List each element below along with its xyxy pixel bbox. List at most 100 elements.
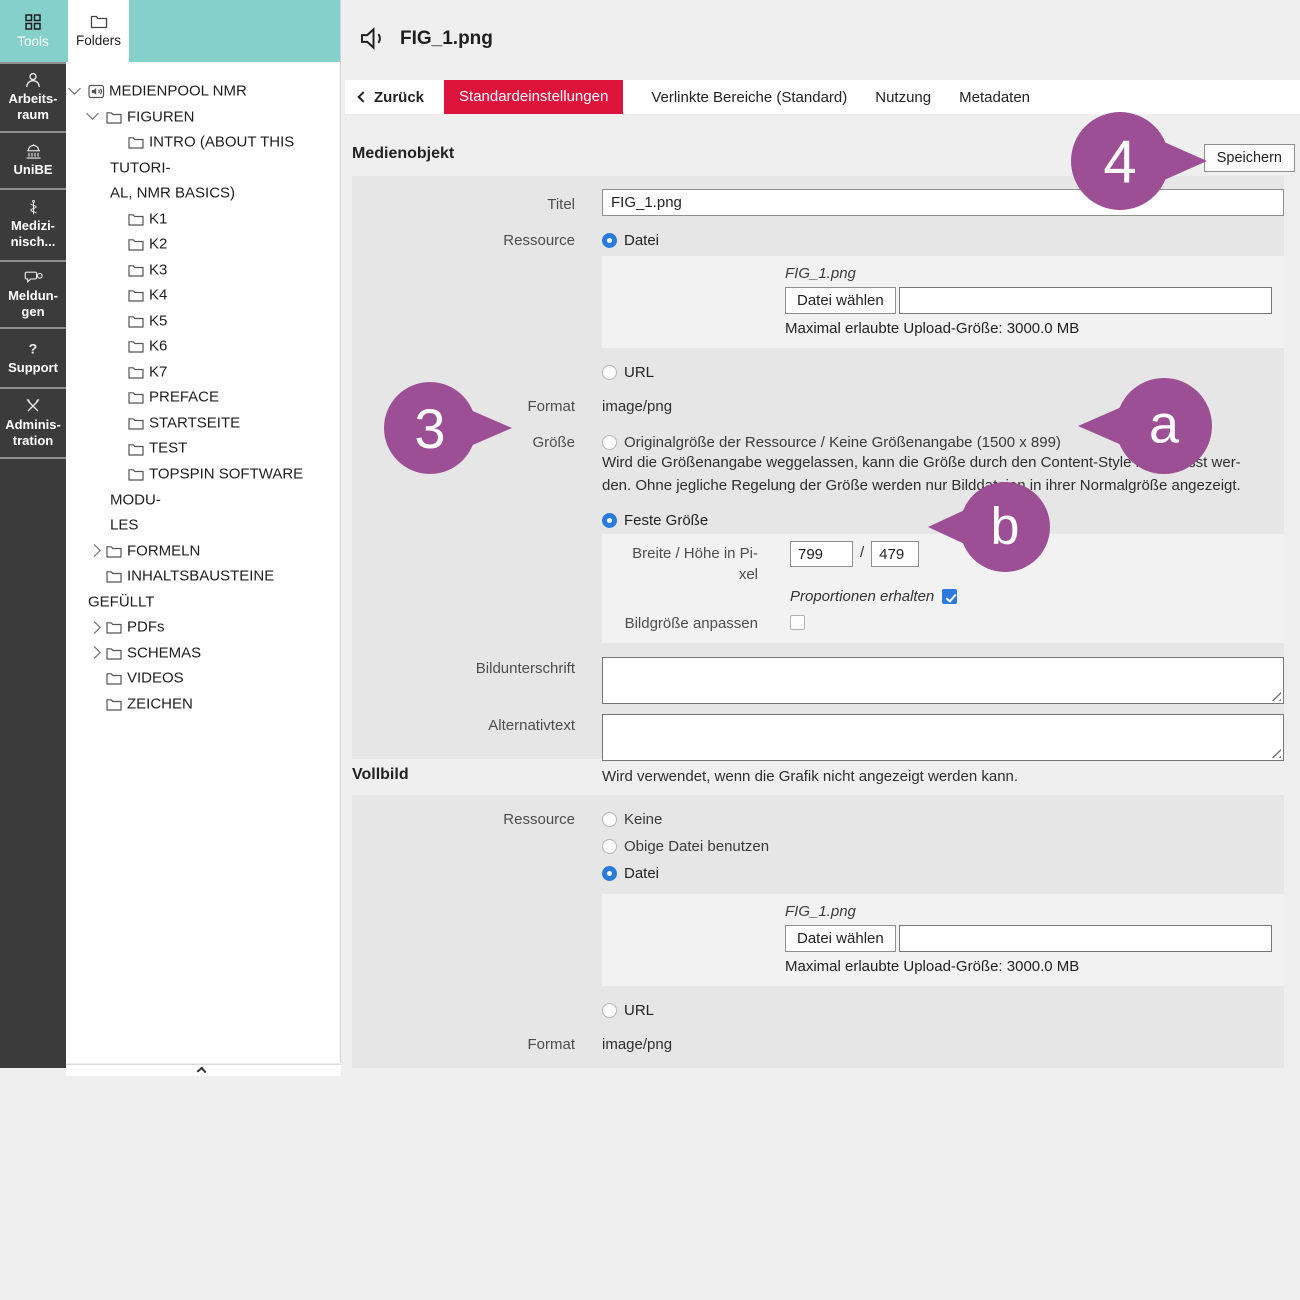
- tree-item[interactable]: K2: [66, 231, 340, 257]
- tab-folders[interactable]: Folders: [68, 0, 129, 62]
- folder-icon: [128, 417, 144, 430]
- tree-chevron-icon[interactable]: [70, 79, 88, 104]
- titel-input[interactable]: [602, 189, 1284, 216]
- tree-item[interactable]: K3: [66, 257, 340, 283]
- tree-item[interactable]: K4: [66, 282, 340, 308]
- tree-item[interactable]: INHALTSBAUSTEINE GEFÜLLT: [66, 563, 340, 614]
- nav-label-medizinisch: Medizi- nisch...: [11, 218, 56, 250]
- nav-item-unibe[interactable]: UniBE: [0, 131, 66, 188]
- tree-chevron-icon[interactable]: [110, 257, 128, 282]
- vb-choose-file-button[interactable]: Datei wählen: [785, 925, 896, 952]
- page-title: FIG_1.png: [400, 28, 493, 50]
- tab-verlinkte-bereiche[interactable]: Verlinkte Bereiche (Standard): [651, 89, 847, 106]
- tree-item[interactable]: ZEICHEN: [66, 691, 340, 717]
- nav-label-unibe: UniBE: [14, 162, 53, 178]
- tree-item[interactable]: K1: [66, 206, 340, 232]
- tab-standardeinstellungen[interactable]: Standardeinstellungen: [444, 80, 623, 114]
- vb-datei-radio[interactable]: [602, 866, 617, 881]
- tab-folders-label: Folders: [76, 33, 121, 48]
- keep-proportions-checkbox[interactable]: [942, 589, 957, 604]
- tree-chevron-icon[interactable]: [110, 359, 128, 384]
- nav-item-arbeitsraum[interactable]: Arbeits- raum: [0, 62, 66, 131]
- tree-item[interactable]: TOPSPIN SOFTWARE MODU- LES: [66, 461, 340, 538]
- tree-item[interactable]: MEDIENPOOL NMR: [66, 78, 340, 104]
- tree-item[interactable]: K6: [66, 333, 340, 359]
- tools-icon: [25, 398, 41, 414]
- tree-chevron-icon[interactable]: [88, 104, 106, 129]
- tree-chevron-icon[interactable]: [88, 640, 106, 665]
- tree-node-icon: [128, 334, 149, 359]
- tree-item[interactable]: TEST: [66, 435, 340, 461]
- url-option-label: URL: [624, 364, 654, 381]
- tree-item-label: PREFACE: [149, 389, 219, 406]
- vb-current-file-name: FIG_1.png: [785, 903, 1284, 920]
- tree-chevron-icon[interactable]: [110, 283, 128, 308]
- nav-item-medizinisch[interactable]: Medizi- nisch...: [0, 188, 66, 260]
- tree-node-icon: [106, 615, 127, 640]
- tab-bar: Zurück Standardeinstellungen Verlinkte B…: [345, 80, 1300, 114]
- vb-file-path-input[interactable]: [899, 925, 1272, 952]
- height-input[interactable]: [871, 541, 919, 567]
- save-button[interactable]: Speichern: [1204, 144, 1295, 172]
- tree-chevron-icon[interactable]: [88, 691, 106, 716]
- fixed-size-radio[interactable]: [602, 513, 617, 528]
- tree-item[interactable]: K5: [66, 308, 340, 334]
- nav-item-support[interactable]: ? Support: [0, 327, 66, 387]
- vb-obige-radio[interactable]: [602, 839, 617, 854]
- tree-chevron-icon[interactable]: [110, 334, 128, 359]
- nav-item-administration[interactable]: Adminis- tration: [0, 387, 66, 457]
- tree-node-icon: [88, 79, 109, 104]
- caption-textarea[interactable]: [602, 657, 1284, 704]
- speaker-icon: [359, 26, 388, 51]
- choose-file-button[interactable]: Datei wählen: [785, 287, 896, 314]
- nav-item-tools[interactable]: Tools: [0, 0, 66, 62]
- tree-node-icon: [128, 436, 149, 461]
- tree-item[interactable]: K7: [66, 359, 340, 385]
- tree-chevron-icon[interactable]: [110, 206, 128, 231]
- folder-icon: [106, 570, 122, 583]
- vb-obige-label: Obige Datei benutzen: [624, 838, 769, 855]
- section-heading-vollbild: Vollbild: [352, 766, 409, 784]
- back-button[interactable]: Zurück: [359, 89, 424, 106]
- tree-item[interactable]: VIDEOS: [66, 665, 340, 691]
- tree-chevron-icon[interactable]: [110, 462, 128, 487]
- tree-item[interactable]: FORMELN: [66, 538, 340, 564]
- alt-textarea[interactable]: [602, 714, 1284, 761]
- adjust-size-checkbox[interactable]: [790, 615, 805, 630]
- tree-item[interactable]: PREFACE: [66, 384, 340, 410]
- vb-datei-label: Datei: [624, 865, 659, 882]
- tree-item[interactable]: PDFs: [66, 614, 340, 640]
- folder-icon: [106, 698, 122, 711]
- tree-chevron-icon[interactable]: [88, 666, 106, 691]
- tree-node-icon: [106, 666, 127, 691]
- rail-filler: [0, 457, 66, 1068]
- tab-nutzung[interactable]: Nutzung: [875, 89, 931, 106]
- tree-chevron-icon[interactable]: [88, 615, 106, 640]
- nav-item-meldungen[interactable]: Meldun- gen: [0, 260, 66, 327]
- tree-chevron-icon[interactable]: [110, 385, 128, 410]
- original-size-radio[interactable]: [602, 435, 617, 450]
- tree-item[interactable]: FIGUREN: [66, 104, 340, 130]
- tab-metadaten[interactable]: Metadaten: [959, 89, 1030, 106]
- ressource-label: Ressource: [352, 229, 602, 249]
- tree-chevron-icon[interactable]: [88, 564, 106, 589]
- tree-chevron-icon[interactable]: [110, 130, 128, 155]
- tree-chevron-icon[interactable]: [110, 308, 128, 333]
- tree-chevron-icon[interactable]: [110, 232, 128, 257]
- tree-item-label: STARTSEITE: [149, 414, 240, 431]
- tree-item[interactable]: INTRO (ABOUT THIS TUTORI- AL, NMR BASICS…: [66, 129, 340, 206]
- vb-url-radio[interactable]: [602, 1003, 617, 1018]
- tree-chevron-icon[interactable]: [88, 538, 106, 563]
- datei-radio[interactable]: [602, 233, 617, 248]
- tree-chevron-icon[interactable]: [110, 436, 128, 461]
- panel-resize-bar[interactable]: [66, 1064, 341, 1076]
- current-file-name: FIG_1.png: [785, 265, 1284, 282]
- tree-item[interactable]: SCHEMAS: [66, 640, 340, 666]
- vb-keine-radio[interactable]: [602, 812, 617, 827]
- tree-item[interactable]: STARTSEITE: [66, 410, 340, 436]
- file-path-input[interactable]: [899, 287, 1272, 314]
- width-input[interactable]: [790, 541, 853, 567]
- building-icon: [24, 144, 43, 159]
- tree-chevron-icon[interactable]: [110, 410, 128, 435]
- url-radio[interactable]: [602, 365, 617, 380]
